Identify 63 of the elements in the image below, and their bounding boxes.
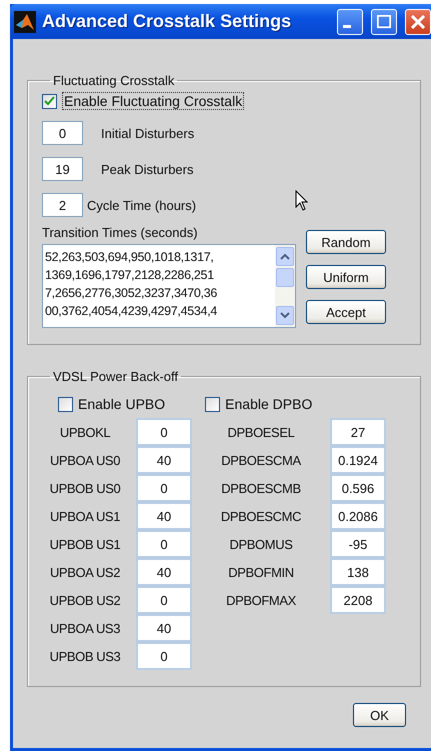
input-field[interactable]: 0.2086 [330,502,386,530]
field-label: UPBOB US0 [48,480,122,496]
checkbox[interactable]: Enable UPBO [58,396,166,412]
field-label: DPBOESCMA [220,452,302,468]
field-label: UPBOB US3 [48,648,122,664]
field-label: UPBOB US1 [48,536,122,552]
input-field[interactable]: 0 [42,121,83,145]
field-label: Peak Disturbers [101,162,194,176]
field-label: UPBOA US0 [48,452,122,468]
text-area[interactable]: 52,263,503,694,950,1018,1317, 1369,1696,1797,2128,2286,251 7,2656,2776,3052,3237,3470,36 00,3762,4054,4239,4297,4534,4 [42,244,296,328]
field-label: UPBOA US2 [48,564,122,580]
group-title: Fluctuating Crosstalk [52,73,176,88]
maximize-button[interactable] [371,8,397,34]
close-icon [411,14,425,28]
scroll-up-icon [280,253,290,260]
action-button[interactable]: Random [306,230,386,254]
minimize-icon [343,24,351,28]
minimize-button[interactable] [337,8,363,34]
window-title: Advanced Crosstalk Settings [42,11,292,32]
field-label: DPBOESCMB [220,480,302,496]
field-label: Initial Disturbers [101,126,194,140]
field-label: UPBOA US3 [48,620,122,636]
scroll-thumb[interactable] [276,268,294,287]
app-logo-icon [14,10,36,32]
maximize-icon [377,14,391,28]
input-field[interactable]: 19 [42,157,83,181]
input-field[interactable]: 0 [136,418,192,446]
input-field[interactable]: 2 [42,193,83,217]
close-button[interactable] [405,8,431,34]
input-field[interactable]: -95 [330,530,386,558]
input-field[interactable]: 138 [330,558,386,586]
field-label: DPBOESEL [226,424,296,440]
field-label: DPBOFMAX [225,592,297,608]
field-label: UPBOKL [58,424,112,440]
input-field[interactable]: 0.596 [330,474,386,502]
scrollbar[interactable] [275,245,295,327]
input-field[interactable]: 40 [136,446,192,474]
input-field[interactable]: 40 [136,614,192,642]
checkbox[interactable]: Enable DPBO [205,396,312,412]
mouse-pointer-icon [295,190,309,212]
action-button[interactable]: Uniform [306,265,386,289]
input-field[interactable]: 0 [136,586,192,614]
checkmark-icon [44,96,55,106]
action-button[interactable]: Accept [306,300,386,324]
input-field[interactable]: 0 [136,474,192,502]
input-field[interactable]: 0 [136,642,192,670]
input-field[interactable]: 2208 [330,586,386,614]
field-label: UPBOA US1 [48,508,122,524]
field-label: DPBOESCMC [220,508,302,524]
checkbox[interactable]: Enable Fluctuating Crosstalk [42,92,410,110]
input-field[interactable]: 40 [136,558,192,586]
field-label: DPBOFMIN [227,564,295,580]
input-field[interactable]: 27 [330,418,386,446]
scroll-down-icon [280,312,290,319]
group-title: VDSL Power Back-off [52,369,179,384]
input-field[interactable]: 0 [136,530,192,558]
input-field[interactable]: 0.1924 [330,446,386,474]
input-field[interactable]: 40 [136,502,192,530]
field-label: Cycle Time (hours) [87,198,196,212]
ok-button[interactable]: OK [353,703,406,727]
field-label: DPBOMUS [228,536,294,552]
field-label: UPBOB US2 [48,592,122,608]
field-label: Transition Times (seconds) [42,225,198,240]
